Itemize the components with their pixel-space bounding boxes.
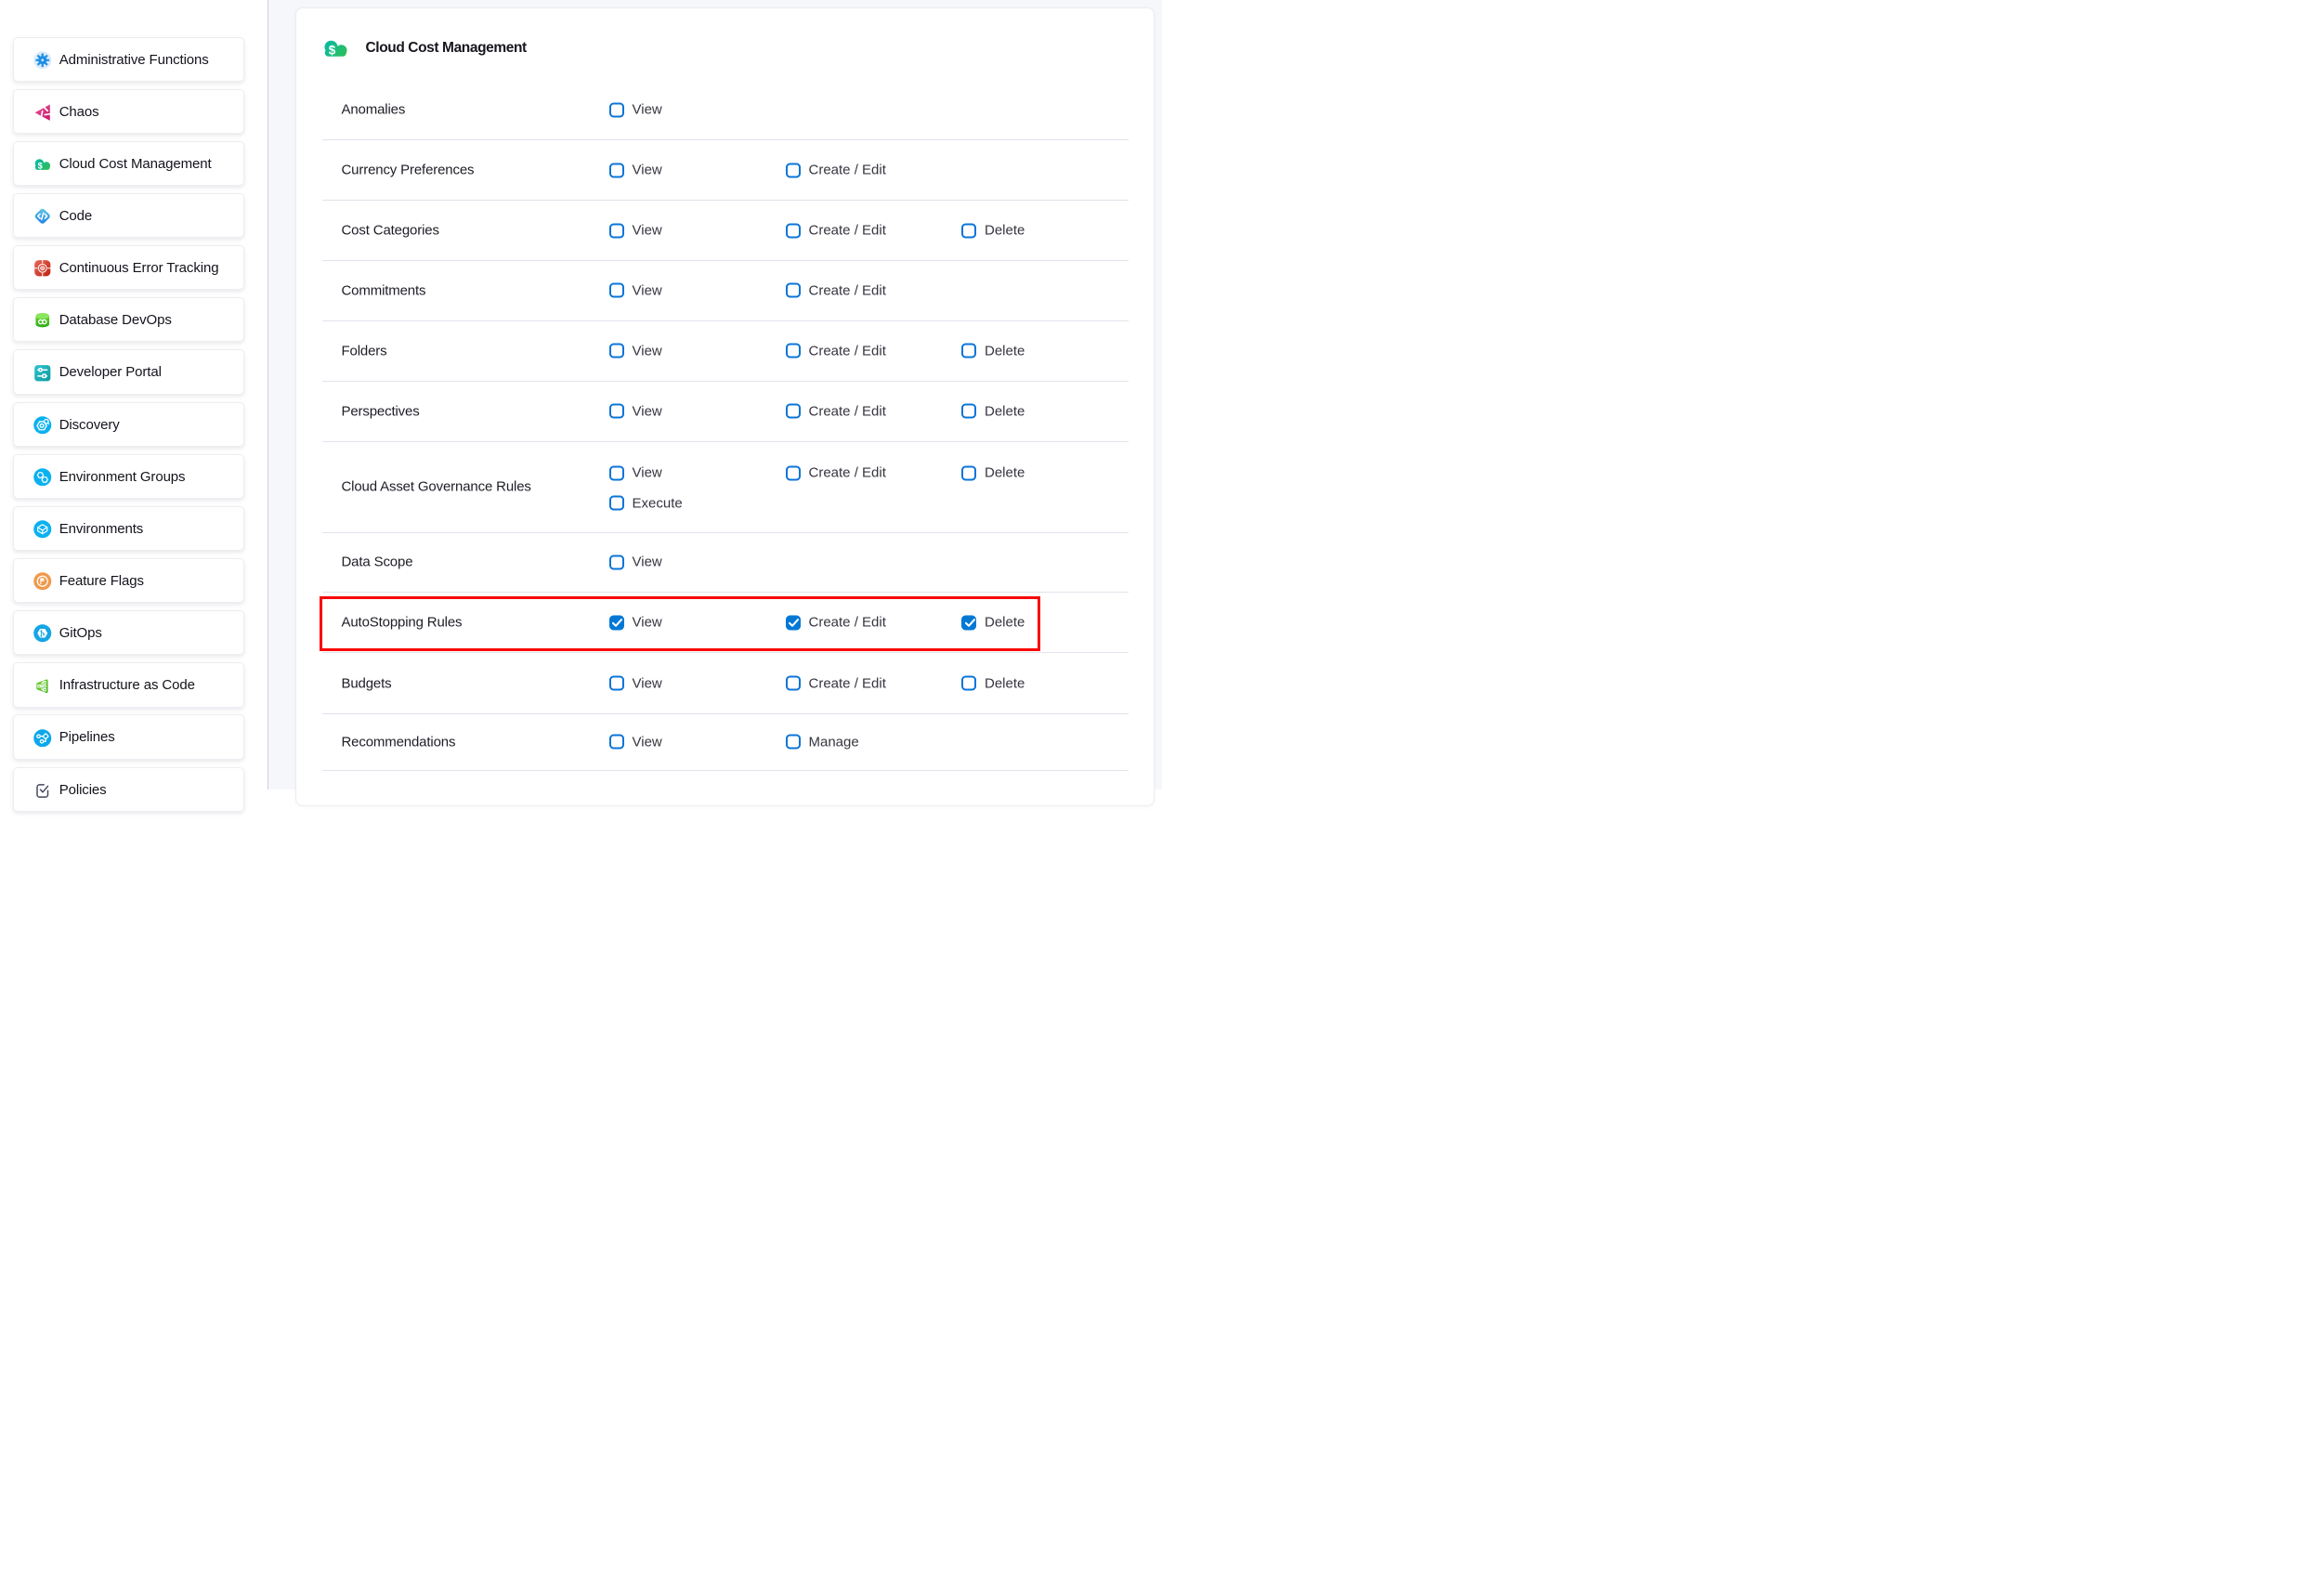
svg-text:$: $ [328,44,335,58]
svg-text:$: $ [38,161,43,170]
